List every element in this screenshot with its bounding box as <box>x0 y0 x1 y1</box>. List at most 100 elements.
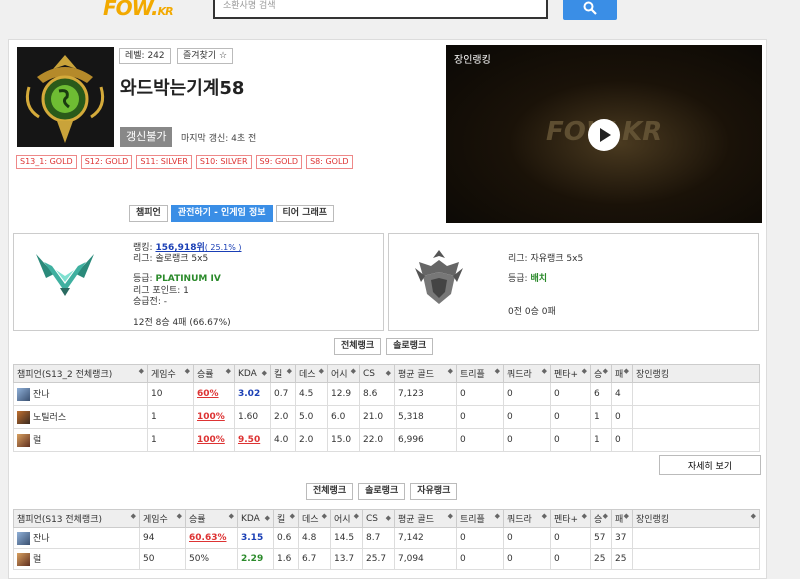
sort-icon: ◆ <box>385 513 391 522</box>
col-triple[interactable]: 트리플 ◆ <box>456 364 504 383</box>
site-logo[interactable]: FOW.KR <box>103 0 174 20</box>
table-row[interactable]: 럴 50 50% 2.29 1.6 6.7 13.7 25.7 7,094 0 … <box>13 548 760 570</box>
col-cs[interactable]: CS ◆ <box>362 509 395 528</box>
gold-cell: 5,318 <box>394 405 457 429</box>
champion-cell[interactable]: 럴 <box>13 548 140 570</box>
platinum-emblem-icon <box>36 254 94 296</box>
see-more-button[interactable]: 자세히 보기 <box>659 455 761 475</box>
flex-record: 0전 0승 0패 <box>508 307 556 317</box>
col-mastery-rank[interactable]: 장인랭킹 ◆ <box>632 509 760 528</box>
col-kda[interactable]: KDA ◆ <box>237 509 274 528</box>
kda-cell: 3.02 <box>234 382 271 406</box>
season-badge: S13_1: GOLD <box>16 155 77 169</box>
champion-cell[interactable]: 잔나 <box>13 527 140 549</box>
col-assists[interactable]: 어시 ◆ <box>327 364 360 383</box>
col-winrate[interactable]: 승률 ◆ <box>193 364 235 383</box>
triple-cell: 0 <box>456 548 504 570</box>
sort-icon: ◆ <box>184 367 190 375</box>
col-games[interactable]: 게임수 ◆ <box>139 509 186 528</box>
col-triple[interactable]: 트리플 ◆ <box>456 509 504 528</box>
games-cell: 10 <box>147 382 194 406</box>
col-champion[interactable]: 챔피언(S13 전체랭크) ◆ <box>13 509 140 528</box>
flex-league: 리그: 자유랭크 5x5 <box>508 254 584 264</box>
gold-cell: 6,996 <box>394 428 457 452</box>
games-cell: 1 <box>147 405 194 429</box>
triple-cell: 0 <box>456 382 504 406</box>
tab-tier-graph[interactable]: 티어 그래프 <box>275 205 335 222</box>
profile-tabs: 챔피언 관전하기 - 인게임 정보 티어 그래프 <box>129 205 335 222</box>
queue-filter-1: 전체랭크 솔로랭크 <box>334 338 434 355</box>
col-losses[interactable]: 패 ◆ <box>611 509 633 528</box>
flex-tier-value: 배치 <box>530 274 548 284</box>
search-button[interactable] <box>563 0 617 20</box>
col-gold[interactable]: 평균 골드 ◆ <box>394 364 457 383</box>
col-losses[interactable]: 패 ◆ <box>611 364 633 383</box>
filter-solo-ranked[interactable]: 솔로랭크 <box>358 483 406 500</box>
solo-rank-card: 랭킹: 156,918위( 25.1% ) 리그: 솔로랭크 5x5 등급: P… <box>13 233 384 331</box>
games-cell: 50 <box>139 548 186 570</box>
games-cell: 1 <box>147 428 194 452</box>
search-input[interactable]: 소환사명 검색 <box>213 0 548 19</box>
col-wins[interactable]: 승 ◆ <box>590 364 612 383</box>
assists-cell: 12.9 <box>327 382 360 406</box>
season-badge: S12: GOLD <box>80 155 133 169</box>
col-deaths[interactable]: 데스 ◆ <box>298 509 331 528</box>
col-kills[interactable]: 킬 ◆ <box>270 364 296 383</box>
sort-icon: ◆ <box>353 512 359 520</box>
tab-champions[interactable]: 챔피언 <box>129 205 168 222</box>
champion-cell[interactable]: 럴 <box>13 428 148 452</box>
col-penta[interactable]: 펜타+ ◆ <box>550 364 591 383</box>
col-wins[interactable]: 승 ◆ <box>590 509 612 528</box>
filter-solo-ranked[interactable]: 솔로랭크 <box>386 338 434 355</box>
gold-cell: 7,123 <box>394 382 457 406</box>
solo-league: 리그: 솔로랭크 5x5 <box>133 254 209 264</box>
sort-icon: ◆ <box>541 512 547 520</box>
sort-icon: ◆ <box>130 512 136 520</box>
col-kda[interactable]: KDA ◆ <box>234 364 271 383</box>
top-bar: FOW.KR 소환사명 검색 <box>0 0 800 22</box>
sort-icon: ◆ <box>138 367 144 375</box>
cs-cell: 8.6 <box>359 382 395 406</box>
kills-cell: 0.6 <box>273 527 299 549</box>
table-row[interactable]: 럴 1 100% 9.50 4.0 2.0 15.0 22.0 6,996 0 … <box>13 428 760 452</box>
col-champion[interactable]: 챔피언(S13_2 전체랭크) ◆ <box>13 364 148 383</box>
col-penta[interactable]: 펜타+ ◆ <box>550 509 591 528</box>
col-games[interactable]: 게임수 ◆ <box>147 364 194 383</box>
play-icon[interactable] <box>588 119 620 151</box>
col-deaths[interactable]: 데스 ◆ <box>295 364 328 383</box>
table-row[interactable]: 노틸러스 1 100% 1.60 2.0 5.0 6.0 21.0 5,318 … <box>13 405 760 429</box>
penta-cell: 0 <box>550 405 591 429</box>
col-gold[interactable]: 평균 골드 ◆ <box>394 509 457 528</box>
solo-record: 12전 8승 4패 (66.67%) <box>133 318 231 328</box>
sort-icon: ◆ <box>447 512 453 520</box>
champion-cell[interactable]: 노틸러스 <box>13 405 148 429</box>
refresh-button[interactable]: 갱신불가 <box>120 127 173 147</box>
sort-icon: ◆ <box>494 367 500 375</box>
wins-cell: 6 <box>590 382 612 406</box>
favorite-button[interactable]: 즐겨찾기 ☆ <box>177 48 234 64</box>
tab-spectate[interactable]: 관전하기 - 인게임 정보 <box>170 205 273 222</box>
filter-all-ranked[interactable]: 전체랭크 <box>306 483 354 500</box>
wins-cell: 25 <box>590 548 612 570</box>
filter-flex-ranked[interactable]: 자유랭크 <box>410 483 458 500</box>
col-cs[interactable]: CS ◆ <box>359 364 395 383</box>
flex-tier-label: 등급: <box>508 274 528 284</box>
kda-cell: 1.60 <box>234 405 271 429</box>
mastery-cell <box>632 405 760 429</box>
video-player[interactable]: 장인랭킹 FOW.KR <box>446 45 762 223</box>
table-row[interactable]: 잔나 10 60% 3.02 0.7 4.5 12.9 8.6 7,123 0 … <box>13 382 760 406</box>
deaths-cell: 5.0 <box>295 405 328 429</box>
table-row[interactable]: 잔나 94 60.63% 3.15 0.6 4.8 14.5 8.7 7,142… <box>13 527 760 549</box>
col-assists[interactable]: 어시 ◆ <box>330 509 363 528</box>
col-quadra[interactable]: 쿼드라 ◆ <box>503 364 551 383</box>
quadra-cell: 0 <box>503 405 551 429</box>
filter-all-ranked[interactable]: 전체랭크 <box>334 338 382 355</box>
champion-cell[interactable]: 잔나 <box>13 382 148 406</box>
sort-icon: ◆ <box>750 512 756 520</box>
cs-cell: 25.7 <box>362 548 395 570</box>
col-quadra[interactable]: 쿼드라 ◆ <box>503 509 551 528</box>
col-winrate[interactable]: 승률 ◆ <box>185 509 238 528</box>
rank-percent: ( 25.1% ) <box>204 243 242 252</box>
col-kills[interactable]: 킬 ◆ <box>273 509 299 528</box>
games-cell: 94 <box>139 527 186 549</box>
